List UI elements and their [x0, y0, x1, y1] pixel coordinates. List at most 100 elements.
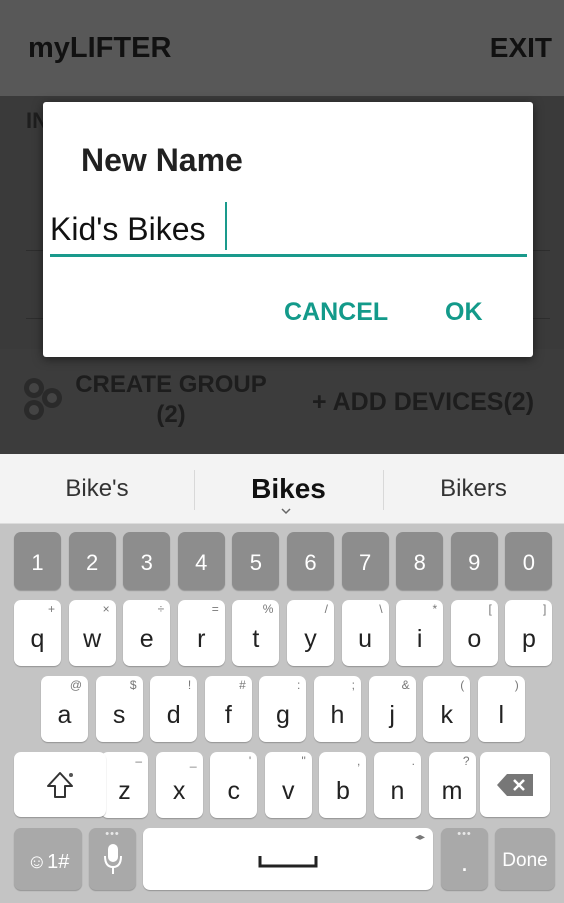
key-label: b	[335, 777, 350, 805]
done-key[interactable]: Done	[495, 828, 555, 890]
key-z[interactable]: z –	[101, 752, 148, 818]
key-hint: @	[69, 678, 82, 692]
key-label: g	[275, 701, 290, 729]
space-key[interactable]: ◂▸	[143, 828, 433, 890]
key-label: q	[30, 625, 45, 653]
key-label: i	[416, 625, 423, 653]
done-label: Done	[502, 850, 548, 871]
create-group-label: CREATE GROUP	[75, 371, 267, 398]
exit-button[interactable]: EXIT	[490, 32, 552, 64]
key-v[interactable]: v "	[264, 752, 312, 818]
key-i[interactable]: i *	[396, 600, 444, 666]
chevron-down-icon	[281, 508, 291, 515]
number-key-3[interactable]: 3	[123, 532, 171, 590]
period-key[interactable]: ••• .	[441, 828, 488, 890]
key-hint: ]	[543, 602, 547, 616]
backspace-icon	[497, 774, 533, 796]
key-x[interactable]: x _	[155, 752, 203, 818]
key-w[interactable]: w ×	[68, 600, 116, 666]
key-label: 4	[195, 550, 208, 575]
number-key-6[interactable]: 6	[287, 532, 334, 590]
key-hint: [	[488, 602, 492, 616]
number-key-7[interactable]: 7	[341, 532, 389, 590]
dialog-title: New Name	[81, 142, 243, 178]
key-label: 3	[140, 550, 153, 575]
more-indicator-icon: •••	[105, 828, 120, 840]
key-o[interactable]: o[	[450, 600, 498, 666]
key-hint: ÷	[157, 602, 165, 616]
group-icon	[24, 378, 62, 420]
key-label: m	[441, 777, 463, 805]
key-label: t	[252, 625, 260, 653]
key-j[interactable]: j &	[368, 676, 416, 742]
number-key-2[interactable]: 2	[68, 532, 116, 590]
key-a[interactable]: a @	[41, 676, 88, 742]
key-h[interactable]: h;	[314, 676, 361, 742]
key-label: l	[498, 701, 505, 729]
name-input[interactable]	[50, 205, 527, 257]
key-c[interactable]: c '	[210, 752, 258, 818]
suggestion-right[interactable]: Bikers	[383, 454, 564, 524]
key-f[interactable]: f #	[204, 676, 252, 742]
create-group-button[interactable]: CREATE GROUP (2)	[66, 370, 276, 430]
number-key-0[interactable]: 0	[505, 532, 553, 590]
key-hint: '	[248, 754, 252, 768]
rename-dialog: New Name CANCEL OK	[43, 102, 533, 357]
key-t[interactable]: t%	[232, 600, 280, 666]
number-key-9[interactable]: 9	[450, 532, 498, 590]
symbols-label: ☺1#	[26, 851, 70, 873]
shift-key[interactable]	[14, 752, 106, 817]
key-m[interactable]: m?	[428, 752, 476, 818]
symbols-key[interactable]: ☺1#	[14, 828, 82, 890]
key-label: n	[390, 777, 405, 805]
key-e[interactable]: e ÷	[123, 600, 171, 666]
key-b[interactable]: b,	[319, 752, 367, 818]
key-hint: ;	[351, 678, 355, 692]
key-n[interactable]: n.	[374, 752, 421, 818]
key-p[interactable]: p]	[505, 600, 553, 666]
key-label: p	[521, 625, 536, 653]
key-d[interactable]: d!	[150, 676, 198, 742]
key-label: z	[118, 777, 131, 805]
number-key-1[interactable]: 1	[14, 532, 61, 590]
shift-icon	[47, 772, 73, 798]
key-hint: )	[514, 678, 519, 692]
number-key-8[interactable]: 8	[396, 532, 444, 590]
number-key-5[interactable]: 5	[232, 532, 280, 590]
create-group-count: (2)	[156, 401, 186, 428]
key-g[interactable]: g:	[259, 676, 307, 742]
key-y[interactable]: y /	[287, 600, 334, 666]
key-hint: _	[189, 754, 197, 768]
ok-button[interactable]: OK	[445, 298, 483, 327]
key-label: y	[304, 625, 317, 653]
key-hint: !	[187, 678, 192, 692]
add-devices-button[interactable]: + ADD DEVICES(2)	[312, 388, 534, 417]
voice-key[interactable]: •••	[89, 828, 136, 890]
key-label: a	[57, 701, 72, 729]
key-label: 0	[522, 550, 536, 575]
key-q[interactable]: q +	[14, 600, 61, 666]
key-hint: ?	[462, 754, 470, 768]
key-hint: #	[239, 678, 246, 692]
backspace-key[interactable]	[480, 752, 550, 817]
key-r[interactable]: r =	[177, 600, 225, 666]
key-l[interactable]: l)	[477, 676, 525, 742]
key-label: 5	[249, 550, 263, 575]
keyboard: 1 2 3 4 5 6 7 8 9 0 q + w × e ÷ r = t% y / u \ i * o[p] a @ s $ d! f # g:…	[0, 524, 564, 903]
key-label: d	[166, 701, 181, 729]
key-label: w	[83, 625, 102, 653]
key-hint: %	[262, 602, 274, 616]
key-k[interactable]: k(	[423, 676, 471, 742]
key-s[interactable]: s $	[95, 676, 143, 742]
key-label: 6	[304, 550, 317, 575]
suggestion-left[interactable]: Bike's	[0, 454, 194, 524]
key-hint: $	[129, 678, 137, 692]
key-u[interactable]: u \	[341, 600, 389, 666]
key-hint: :	[297, 678, 301, 692]
number-key-4[interactable]: 4	[177, 532, 225, 590]
key-label: o	[467, 625, 482, 653]
key-label: u	[358, 625, 373, 653]
app-bar: myLIFTER EXIT	[0, 0, 564, 96]
cancel-button[interactable]: CANCEL	[284, 298, 388, 327]
key-label: h	[330, 701, 345, 729]
